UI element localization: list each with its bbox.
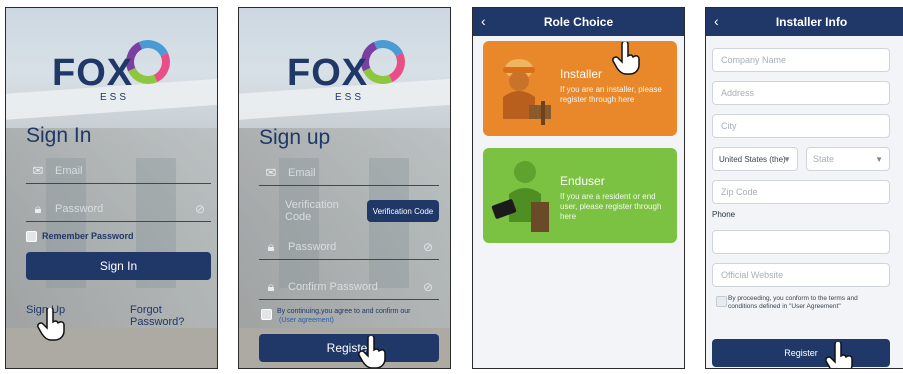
page-title: Sign In xyxy=(26,124,92,147)
email-field[interactable]: ✉ Email xyxy=(26,158,211,184)
terms-checkbox[interactable] xyxy=(716,296,727,307)
enduser-title: Enduser xyxy=(560,174,605,188)
enduser-figure-icon xyxy=(491,161,549,232)
phone-input[interactable] xyxy=(712,230,890,254)
mail-icon: ✉ xyxy=(265,164,277,180)
company-name-input[interactable]: Company Name xyxy=(712,48,890,72)
remember-checkbox[interactable] xyxy=(26,231,37,242)
address-input[interactable]: Address xyxy=(712,81,890,105)
sign-in-screen: FOX ESS Sign In ✉ Email 🔒︎ Password ⊘ Re… xyxy=(5,7,218,369)
installer-card[interactable]: Installer If you are an installer, pleas… xyxy=(483,41,677,136)
chevron-down-icon: ▼ xyxy=(783,154,791,164)
state-placeholder: State xyxy=(813,154,835,164)
verification-code-field[interactable]: Verification Code xyxy=(259,198,359,224)
email-placeholder: Email xyxy=(55,164,83,177)
password-field[interactable]: 🔒︎ Password ⊘ xyxy=(259,234,439,260)
back-chevron-icon[interactable]: ‹ xyxy=(714,13,719,29)
fox-ess-logo: FOX ESS xyxy=(52,33,182,108)
top-nav-bar: ‹ Installer Info xyxy=(706,8,903,36)
agree-checkbox[interactable] xyxy=(261,309,272,320)
installer-description: If you are an installer, please register… xyxy=(560,85,662,104)
confirm-password-placeholder: Confirm Password xyxy=(288,280,378,293)
agree-text: By continuing,you agree to and confirm o… xyxy=(277,308,411,315)
verification-placeholder: Verification Code xyxy=(285,199,339,223)
lock-icon: 🔒︎ xyxy=(34,200,42,216)
page-title: Sign up xyxy=(259,126,331,149)
password-field[interactable]: 🔒︎ Password ⊘ xyxy=(26,196,211,222)
mail-icon: ✉ xyxy=(32,162,44,178)
state-select[interactable]: State ▼ xyxy=(806,147,890,171)
top-nav-bar: ‹ Role Choice xyxy=(473,8,684,36)
email-field[interactable]: ✉ Email xyxy=(259,160,439,186)
official-website-input[interactable]: Official Website xyxy=(712,263,890,287)
remember-label: Remember Password xyxy=(42,231,134,241)
phone-label: Phone xyxy=(712,210,736,219)
fox-ess-logo: FOX ESS xyxy=(287,33,417,108)
sign-in-button[interactable]: Sign In xyxy=(26,252,211,280)
city-input[interactable]: City xyxy=(712,114,890,138)
lock-icon: 🔒︎ xyxy=(267,278,275,294)
pointer-hand-icon xyxy=(612,42,640,75)
chevron-down-icon: ▼ xyxy=(875,154,883,164)
get-verification-code-button[interactable]: Verification Code xyxy=(367,200,439,222)
register-button[interactable]: Register xyxy=(712,339,890,367)
email-placeholder: Email xyxy=(288,166,316,179)
installer-figure-icon xyxy=(503,59,551,125)
back-chevron-icon[interactable]: ‹ xyxy=(481,13,486,29)
confirm-password-field[interactable]: 🔒︎ Confirm Password ⊘ xyxy=(259,274,439,300)
nav-title: Installer Info xyxy=(775,15,848,29)
eye-off-icon[interactable]: ⊘ xyxy=(423,280,433,294)
installer-title: Installer xyxy=(560,67,603,81)
logo-subtext: ESS xyxy=(335,92,365,103)
user-agreement-link[interactable]: (User agreement) xyxy=(279,317,334,324)
zip-code-input[interactable]: Zip Code xyxy=(712,180,890,204)
password-placeholder: Password xyxy=(288,240,337,253)
password-placeholder: Password xyxy=(55,202,104,215)
sign-up-screen: FOX ESS Sign up ✉ Email Verification Cod… xyxy=(238,7,451,369)
installer-info-screen: ‹ Installer Info Company Name Address Ci… xyxy=(705,7,903,369)
enduser-description: If you are a resident or end user, pleas… xyxy=(560,192,662,221)
eye-off-icon[interactable]: ⊘ xyxy=(195,202,205,216)
eye-off-icon[interactable]: ⊘ xyxy=(423,240,433,254)
logo-subtext: ESS xyxy=(100,92,130,103)
enduser-card[interactable]: Enduser If you are a resident or end use… xyxy=(483,148,677,243)
lock-icon: 🔒︎ xyxy=(267,238,275,254)
forgot-password-link[interactable]: Forgot Password? xyxy=(130,304,217,328)
country-value: United States (the) xyxy=(719,154,786,164)
pointer-hand-icon xyxy=(825,342,853,368)
pointer-hand-icon xyxy=(37,308,65,341)
register-button[interactable]: Register xyxy=(259,334,439,362)
logo-text: FOX xyxy=(52,52,134,94)
terms-text: By proceeding, you conform to the terms … xyxy=(728,295,858,310)
nav-title: Role Choice xyxy=(543,15,614,29)
logo-text: FOX xyxy=(287,52,369,94)
pointer-hand-icon xyxy=(358,336,386,368)
country-select[interactable]: United States (the) ▼ xyxy=(712,147,798,171)
role-choice-screen: ‹ Role Choice Installer If you are an in… xyxy=(472,7,685,369)
